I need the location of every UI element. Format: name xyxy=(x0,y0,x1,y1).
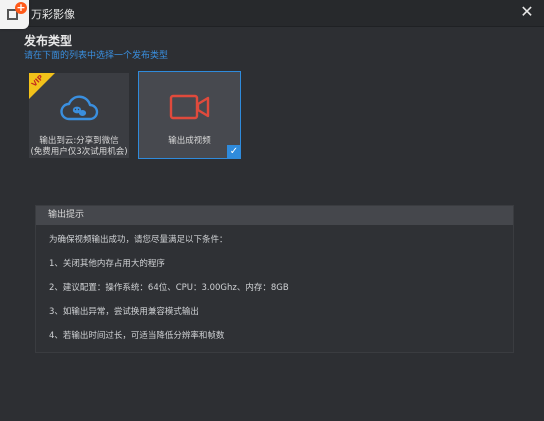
option-card-video[interactable]: 输出成视频 ✓ xyxy=(138,71,241,159)
tip-item: 1、关闭其他内存占用大的程序 xyxy=(49,259,165,269)
video-camera-icon xyxy=(169,94,210,120)
option-label-video: 输出成视频 xyxy=(168,136,211,146)
publish-type-hint: 请在下面的列表中选择一个发布类型 xyxy=(24,51,169,61)
option-label-cloud: 输出到云:分享到微信 (免费用户仅3次试用机会) xyxy=(30,136,128,157)
cloud-share-icon xyxy=(60,95,99,121)
tips-header: 输出提示 xyxy=(36,206,513,225)
close-button[interactable]: ✕ xyxy=(518,3,536,21)
app-logo-icon: + xyxy=(0,0,29,29)
tip-item: 4、若输出时间过长，可适当降低分辨率和帧数 xyxy=(49,331,225,341)
vip-badge: VIP xyxy=(29,73,55,99)
publish-type-title: 发布类型 xyxy=(24,34,73,48)
title-bar: 万彩影像 ✕ xyxy=(0,0,544,27)
tip-item: 3、如输出异常，尝试换用兼容模式输出 xyxy=(49,307,199,317)
option-card-cloud-share[interactable]: VIP 输出到云:分享到微信 (免费用户仅3次试用机会) xyxy=(29,73,129,158)
tip-item: 2、建议配置：操作系统：64位、CPU：3.00Ghz、内存：8GB xyxy=(49,283,289,293)
selected-check-icon: ✓ xyxy=(227,145,241,159)
tips-intro: 为确保视频输出成功，请您尽量满足以下条件： xyxy=(49,235,228,245)
window-title: 万彩影像 xyxy=(31,8,75,21)
output-tips-panel: 输出提示 为确保视频输出成功，请您尽量满足以下条件： 1、关闭其他内存占用大的程… xyxy=(35,205,514,353)
